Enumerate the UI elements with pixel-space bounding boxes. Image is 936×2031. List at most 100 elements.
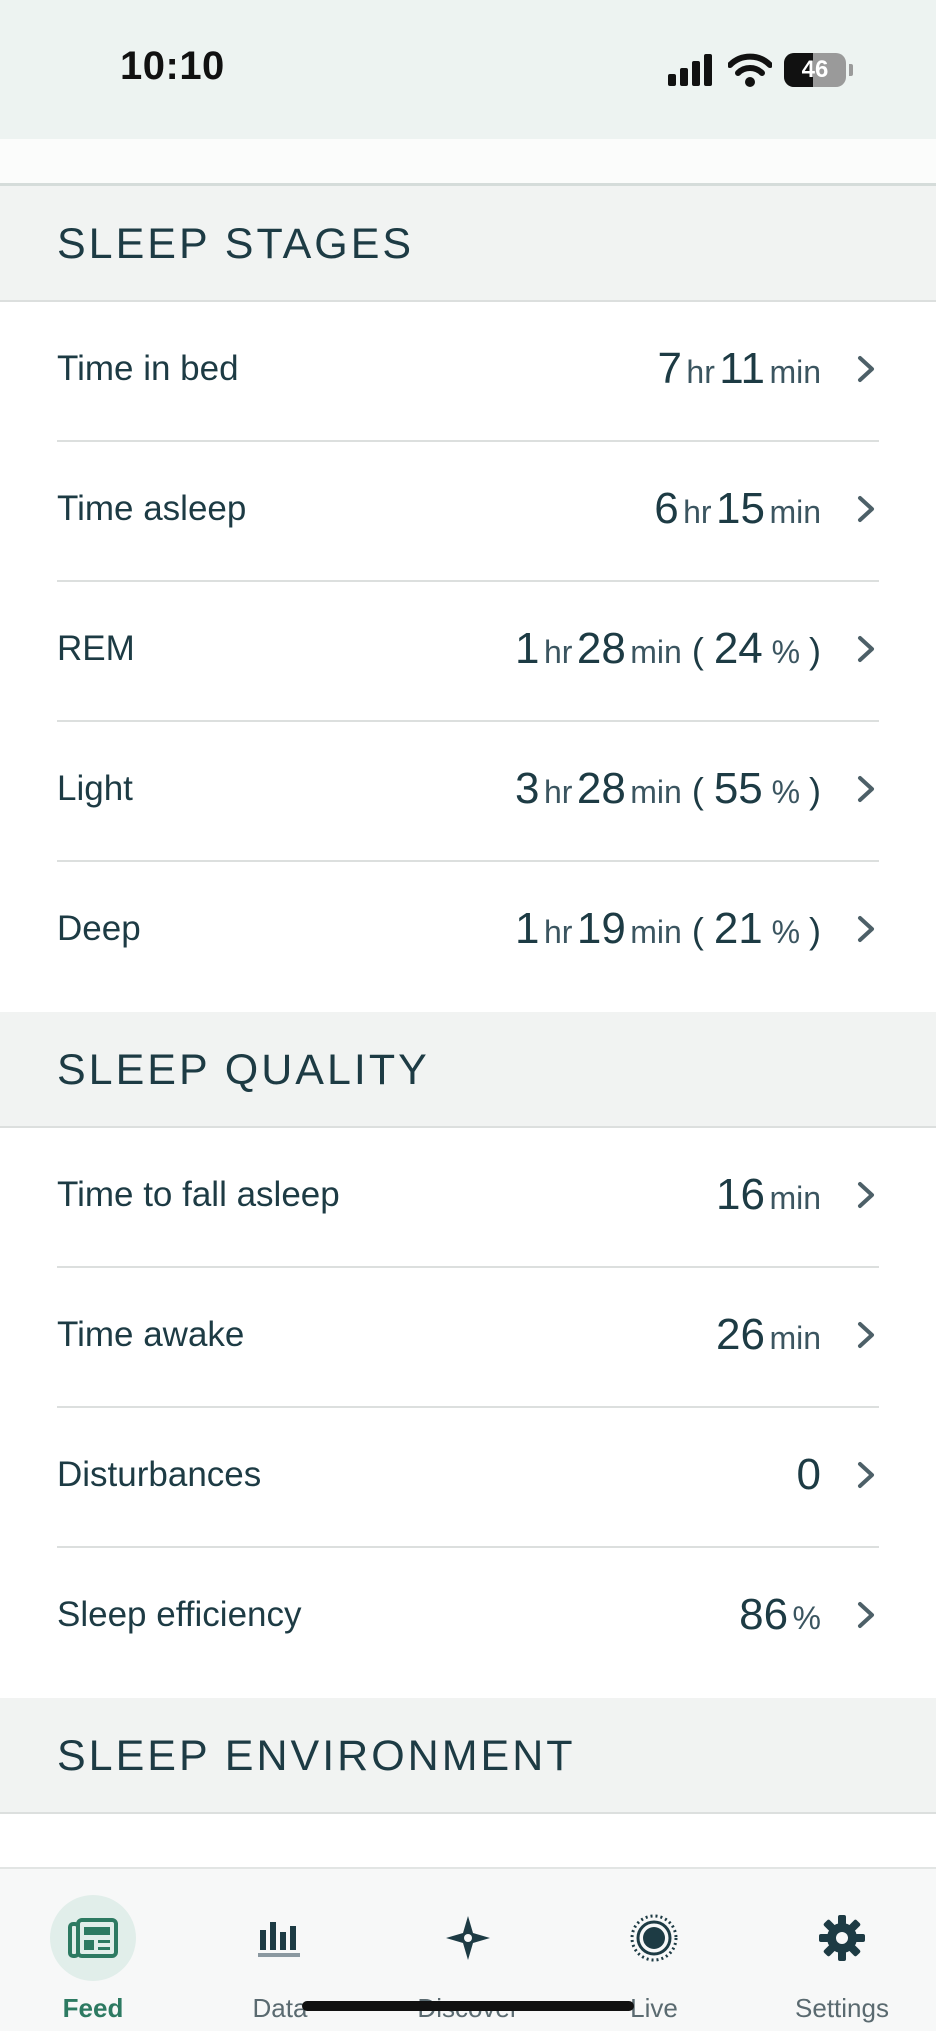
metric-number: 86	[739, 1590, 789, 1639]
feed-icon	[50, 1895, 136, 1981]
paren-close: )	[809, 630, 821, 671]
metric-value: 86 %	[739, 1548, 821, 1692]
metric-number: 16	[716, 1170, 765, 1219]
battery-level: 46	[801, 56, 829, 83]
previous-section-edge	[0, 139, 936, 186]
metric-row[interactable]: Time in bed 7 hr 11 min	[0, 302, 936, 442]
metric-percent: 24	[713, 624, 763, 673]
metric-percent: 55	[713, 764, 763, 813]
metric-unit: min	[630, 914, 682, 950]
bar-chart-icon	[237, 1895, 323, 1981]
metric-number: 6	[654, 484, 679, 533]
paren-open: (	[681, 630, 714, 671]
metric-unit: %	[792, 1600, 821, 1636]
percent-sign: %	[762, 774, 809, 810]
chevron-right-icon	[858, 776, 874, 802]
tab-feed-label: Feed	[62, 1993, 124, 2023]
chevron-right-icon	[858, 496, 874, 522]
metric-unit: hr	[686, 354, 715, 390]
metric-unit: hr	[543, 634, 573, 670]
metric-value: 16 min	[716, 1128, 821, 1272]
chevron-right-icon	[858, 356, 874, 382]
section-header: SLEEP ENVIRONMENT	[0, 1698, 936, 1814]
percent-sign: %	[762, 914, 809, 950]
tab-feed[interactable]: Feed	[18, 1869, 168, 2031]
section-header: SLEEP QUALITY	[0, 1012, 936, 1128]
metric-label: Time awake	[57, 1315, 245, 1354]
metric-unit: min	[769, 494, 821, 530]
paren-open: (	[681, 910, 714, 951]
metric-row[interactable]: Sleep efficiency 86 %	[0, 1548, 936, 1688]
metric-number: 0	[796, 1450, 821, 1499]
tab-settings[interactable]: Settings	[767, 1869, 917, 2031]
metric-unit: min	[769, 354, 821, 390]
metric-percent: 21	[713, 904, 763, 953]
compass-star-icon	[425, 1895, 511, 1981]
metric-value: 1 hr 28 min ( 24 % )	[515, 582, 821, 726]
status-icons: 46	[668, 50, 853, 90]
metric-unit: hr	[683, 494, 712, 530]
metric-number: 1	[515, 904, 540, 953]
metric-value: 1 hr 19 min ( 21 % )	[515, 862, 821, 1006]
metric-unit: hr	[543, 914, 573, 950]
metric-value: 0	[797, 1408, 821, 1552]
chevron-right-icon	[858, 1602, 874, 1628]
metric-number: 26	[716, 1310, 765, 1359]
section-title: SLEEP ENVIRONMENT	[57, 1732, 576, 1780]
metric-value: 26 min	[716, 1268, 821, 1412]
metric-unit: min	[769, 1180, 821, 1216]
tab-settings-label: Settings	[795, 1993, 889, 2023]
metric-number: 7	[657, 344, 682, 393]
gear-icon	[799, 1895, 885, 1981]
metric-row[interactable]: Disturbances 0	[0, 1408, 936, 1548]
metric-number: 1	[515, 624, 540, 673]
chevron-right-icon	[858, 636, 874, 662]
metric-row[interactable]: Time asleep 6 hr 15 min	[0, 442, 936, 582]
battery-cap	[849, 64, 853, 76]
paren-close: )	[809, 910, 821, 951]
live-target-icon	[611, 1895, 697, 1981]
metric-label: Disturbances	[57, 1455, 262, 1494]
paren-open: (	[681, 770, 714, 811]
metric-number: 28	[576, 624, 626, 673]
chevron-right-icon	[858, 1322, 874, 1348]
cellular-signal-icon	[668, 54, 712, 86]
metric-number: 28	[576, 764, 626, 813]
metric-row[interactable]: Light 3 hr 28 min ( 55 % )	[0, 722, 936, 862]
section-title: SLEEP QUALITY	[57, 1046, 430, 1094]
metric-number: 3	[515, 764, 540, 813]
percent-sign: %	[762, 634, 809, 670]
metric-label: Deep	[57, 909, 141, 948]
metric-label: Sleep efficiency	[57, 1595, 302, 1634]
metric-unit: min	[630, 634, 682, 670]
metric-row[interactable]: Time to fall asleep 16 min	[0, 1128, 936, 1268]
metric-value: 7 hr 11 min	[657, 302, 821, 446]
wifi-icon	[728, 53, 772, 87]
metric-label: Time asleep	[57, 489, 247, 528]
metric-number: 15	[716, 484, 765, 533]
paren-close: )	[809, 770, 821, 811]
metric-unit: min	[769, 1320, 821, 1356]
section-header: SLEEP STAGES	[0, 186, 936, 302]
battery-icon: 46	[784, 53, 846, 87]
metric-value: 6 hr 15 min	[654, 442, 821, 586]
metric-label: REM	[57, 629, 135, 668]
chevron-right-icon	[858, 1462, 874, 1488]
metric-number: 19	[576, 904, 626, 953]
metric-value: 3 hr 28 min ( 55 % )	[515, 722, 821, 866]
chevron-right-icon	[858, 1182, 874, 1208]
metric-label: Time in bed	[57, 349, 239, 388]
metric-label: Time to fall asleep	[57, 1175, 340, 1214]
status-time: 10:10	[120, 44, 225, 88]
metric-row[interactable]: REM 1 hr 28 min ( 24 % )	[0, 582, 936, 722]
metric-unit: hr	[543, 774, 573, 810]
status-bar: 10:10 46	[0, 0, 936, 139]
metric-unit: min	[630, 774, 682, 810]
metric-row[interactable]: Deep 1 hr 19 min ( 21 % )	[0, 862, 936, 1002]
metric-number: 11	[719, 344, 765, 393]
section-title: SLEEP STAGES	[57, 220, 415, 268]
metric-row[interactable]: Time awake 26 min	[0, 1268, 936, 1408]
chevron-right-icon	[858, 916, 874, 942]
home-indicator	[302, 2001, 634, 2011]
metric-label: Light	[57, 769, 133, 808]
